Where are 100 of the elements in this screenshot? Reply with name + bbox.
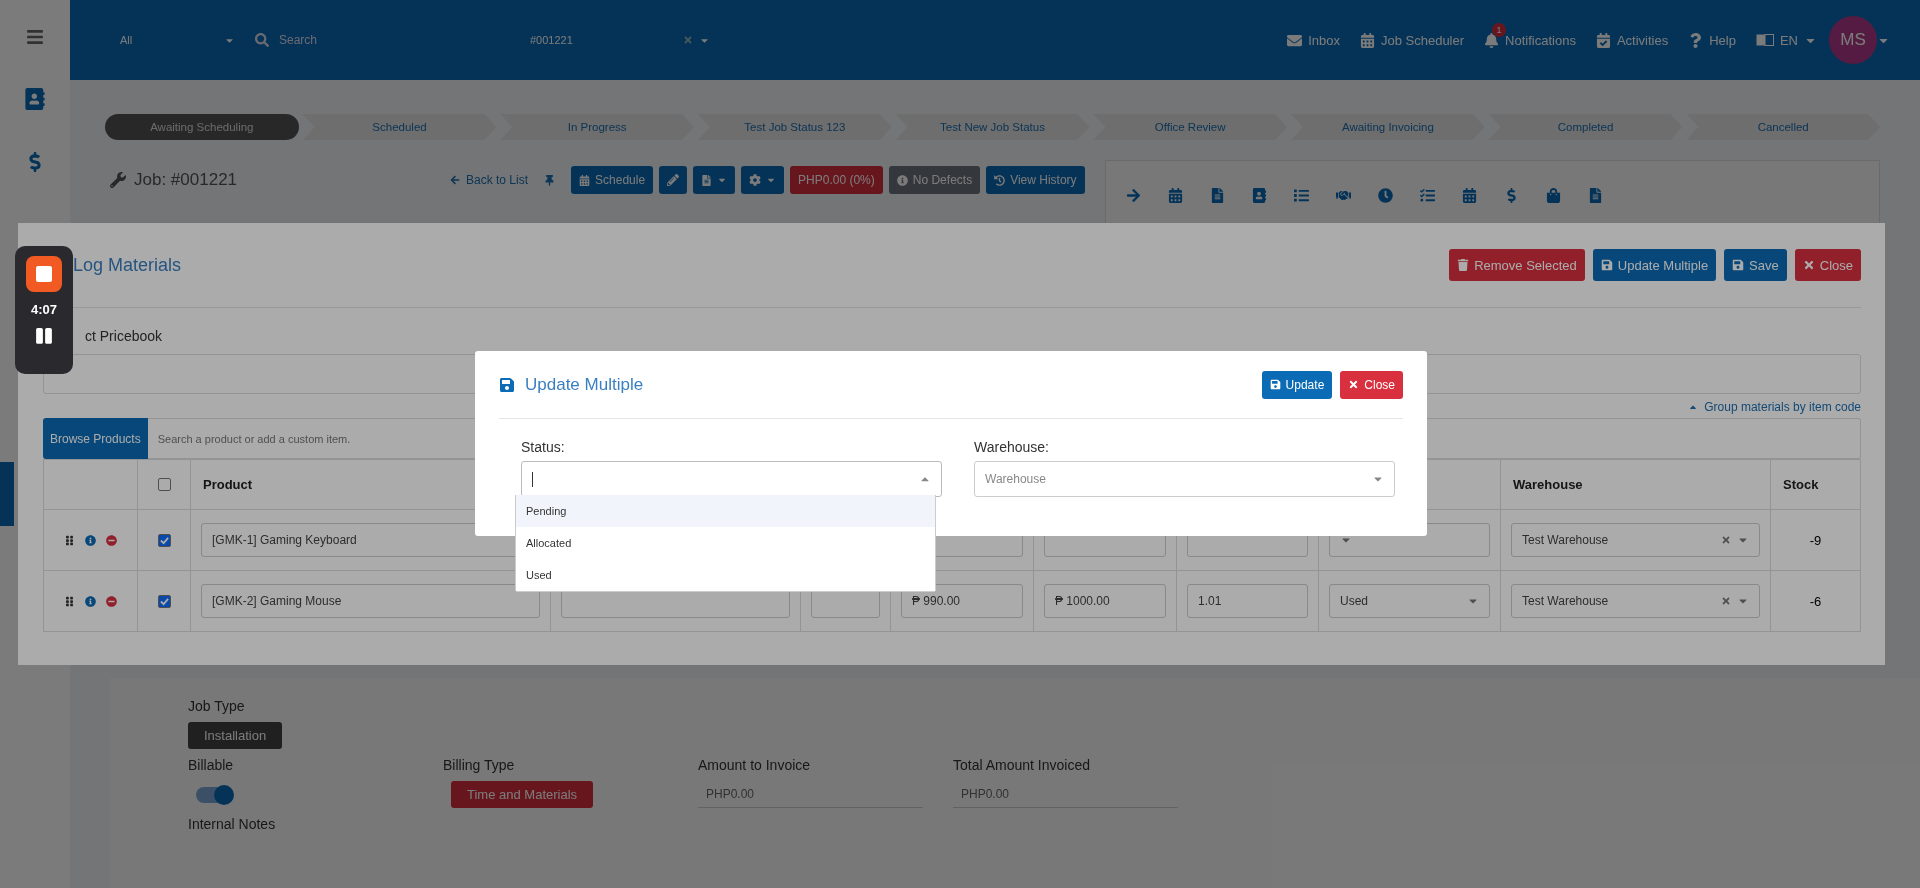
field-label: Amount to Invoice — [698, 757, 812, 773]
warehouse-select[interactable]: Warehouse — [974, 461, 1395, 497]
row-checkbox[interactable] — [157, 533, 171, 547]
remove-icon[interactable] — [106, 595, 117, 607]
back-link[interactable]: Back to List — [450, 173, 529, 187]
defects-button[interactable]: No Defects — [888, 166, 981, 194]
product-select[interactable]: [GMK-2] Gaming Mouse — [201, 584, 540, 618]
help-icon — [1688, 32, 1704, 48]
file-icon — [701, 174, 713, 186]
contact-card-icon[interactable] — [1251, 187, 1267, 203]
total-field[interactable]: PHP0.00 — [953, 781, 1178, 808]
search-field[interactable]: Search — [245, 25, 515, 55]
dropdown-option[interactable]: Pending — [516, 495, 935, 527]
user-avatar[interactable]: MS — [1829, 16, 1877, 64]
schedule-button[interactable]: Schedule — [571, 166, 654, 194]
status-step[interactable]: Office Review — [1093, 114, 1288, 140]
stock-cell: -9 — [1770, 509, 1861, 571]
field-label: Warehouse: — [974, 439, 1050, 455]
status-step[interactable]: Completed — [1488, 114, 1683, 140]
menu-icon[interactable] — [26, 28, 44, 46]
quantity-field[interactable]: 1.01 — [1187, 584, 1308, 618]
save-icon — [499, 376, 515, 393]
info-icon[interactable] — [85, 595, 96, 607]
save-icon — [1732, 259, 1745, 271]
calendar-icon — [1359, 32, 1375, 48]
amount-button[interactable]: PHP0.00 (0%) — [790, 166, 883, 194]
check-icon — [159, 535, 169, 545]
status-step[interactable]: In Progress — [500, 114, 694, 140]
nav-link[interactable]: Inbox — [1287, 22, 1340, 58]
status-step[interactable]: Awaiting Invoicing — [1291, 114, 1485, 140]
drag-handle-icon[interactable] — [64, 534, 75, 546]
list-icon[interactable] — [1293, 187, 1309, 203]
nav-link[interactable]: Activities — [1595, 22, 1669, 58]
file-icon[interactable] — [1587, 187, 1603, 203]
checklist-icon[interactable] — [1419, 187, 1435, 203]
scope-select[interactable]: All — [110, 25, 245, 55]
calendar-icon[interactable] — [1461, 187, 1477, 203]
contact-card-icon[interactable] — [24, 88, 46, 110]
billing-type-tag: Time and Materials — [451, 781, 594, 808]
status-step[interactable]: Scheduled — [302, 114, 497, 140]
job-title: Job: #001221 — [134, 170, 238, 190]
arrow-right-icon[interactable] — [1125, 187, 1141, 203]
dialog-action-button[interactable]: Remove Selected — [1449, 249, 1585, 281]
pause-button[interactable] — [35, 327, 53, 345]
shopping-bag-icon[interactable] — [1545, 187, 1561, 203]
row-checkbox[interactable] — [157, 594, 171, 608]
history-button[interactable]: View History — [986, 166, 1085, 194]
settings-dropdown-button[interactable] — [741, 166, 785, 194]
dialog-action-button[interactable]: Update Multiple — [1592, 249, 1717, 281]
job-select[interactable]: #001221 — [520, 25, 720, 55]
close-icon — [1348, 379, 1360, 390]
history-icon — [994, 174, 1006, 186]
field-label: Billing Type — [443, 757, 516, 773]
edit-button[interactable] — [659, 166, 688, 194]
stop-button[interactable] — [26, 256, 62, 292]
field-label: Internal Notes — [188, 816, 277, 832]
status-step[interactable]: Awaiting Scheduling — [105, 114, 299, 140]
warehouse-select[interactable]: Test Warehouse — [1511, 584, 1760, 618]
billable-toggle[interactable] — [196, 787, 232, 803]
info-icon[interactable] — [85, 534, 96, 546]
warehouse-select[interactable]: Test Warehouse — [1511, 523, 1760, 557]
document-dropdown-button[interactable] — [693, 166, 736, 194]
group-link[interactable]: Group materials by item code — [1688, 396, 1861, 418]
drag-handle-icon[interactable] — [64, 595, 75, 607]
clear-icon[interactable] — [1721, 596, 1731, 606]
price-field[interactable]: ₱ 1000.00 — [1044, 584, 1166, 618]
bell-icon — [1484, 32, 1500, 48]
status-step[interactable]: Test New Job Status — [895, 114, 1090, 140]
trash-icon — [1457, 259, 1470, 271]
save-icon — [1600, 259, 1613, 271]
file-icon[interactable] — [1209, 187, 1225, 203]
nav-link[interactable]: Job Scheduler — [1359, 22, 1465, 58]
settings-icon — [749, 174, 762, 186]
nav-link[interactable]: Help — [1688, 22, 1736, 58]
clear-icon[interactable] — [1721, 535, 1731, 545]
clear-icon — [683, 35, 693, 45]
calendar-icon[interactable] — [1167, 187, 1183, 203]
amount-field[interactable]: PHP0.00 — [698, 781, 923, 808]
dialog-action-button[interactable]: Save — [1724, 249, 1787, 281]
notification-badge: 1 — [1492, 22, 1507, 37]
dialog-action-button[interactable]: Close — [1794, 249, 1861, 281]
update-button[interactable]: Update — [1261, 370, 1333, 399]
clock-icon[interactable] — [1377, 187, 1393, 203]
stock-cell: -6 — [1770, 570, 1861, 632]
close-button[interactable]: Close — [1340, 370, 1403, 399]
status-step[interactable]: Cancelled — [1686, 114, 1881, 140]
dialog-title: Update Multiple — [525, 374, 644, 395]
field-label: Status: — [521, 439, 566, 455]
pencil-icon — [667, 174, 680, 186]
arrow-left-icon — [450, 175, 460, 185]
status-select[interactable]: Used — [1329, 584, 1490, 618]
pin-icon[interactable] — [544, 174, 556, 186]
remove-icon[interactable] — [106, 534, 117, 546]
select-all-checkbox[interactable] — [157, 478, 171, 491]
recording-time: 4:07 — [31, 302, 57, 317]
language-select[interactable]: EN — [1755, 22, 1817, 58]
column-header: Warehouse — [1500, 459, 1771, 510]
status-step[interactable]: Test Job Status 123 — [698, 114, 892, 140]
nav-link[interactable]: Notifications 1 — [1484, 22, 1576, 58]
browse-products-button[interactable]: Browse Products — [43, 418, 148, 459]
